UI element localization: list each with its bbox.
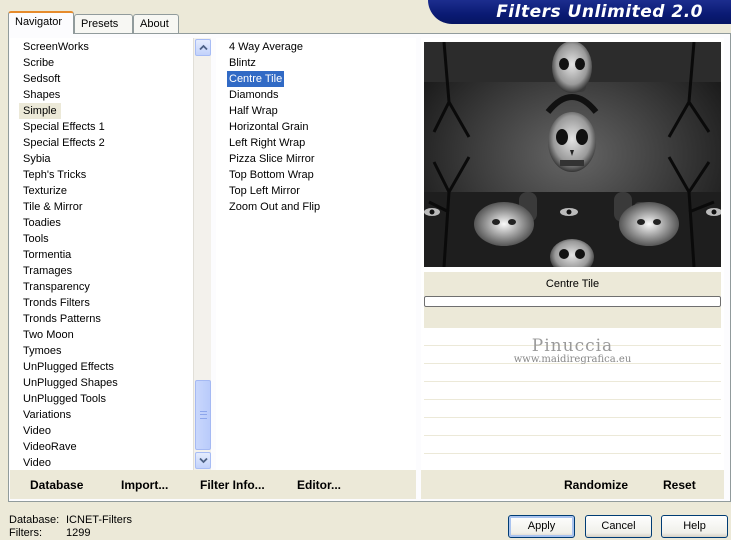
apply-button[interactable]: Apply	[508, 515, 575, 538]
status-database-label: Database:	[9, 514, 60, 526]
category-item[interactable]: Tramages	[21, 263, 74, 279]
category-item[interactable]: Tools	[21, 231, 51, 247]
filter-item[interactable]: Top Bottom Wrap	[227, 167, 316, 183]
tab-about[interactable]: About	[133, 14, 179, 34]
filter-item[interactable]: Horizontal Grain	[227, 119, 310, 135]
cancel-button[interactable]: Cancel	[585, 515, 652, 538]
filter-item[interactable]: Left Right Wrap	[227, 135, 307, 151]
reset-button[interactable]: Reset	[663, 478, 696, 492]
category-item[interactable]: Tronds Filters	[21, 295, 92, 311]
category-item[interactable]: Sybia	[21, 151, 53, 167]
parameter-row	[424, 436, 721, 454]
watermark-name: Pinuccia	[531, 336, 614, 356]
category-item[interactable]: Sedsoft	[21, 71, 62, 87]
category-item[interactable]: UnPlugged Shapes	[21, 375, 120, 391]
category-item[interactable]: ScreenWorks	[21, 39, 91, 55]
filter-item[interactable]: Blintz	[227, 55, 258, 71]
scroll-thumb[interactable]	[195, 380, 211, 450]
tab-presets[interactable]: Presets	[74, 14, 133, 34]
selected-filter-name: Centre Tile	[424, 272, 721, 296]
category-item[interactable]: Scribe	[21, 55, 56, 71]
database-button[interactable]: Database	[30, 478, 83, 492]
category-item[interactable]: Shapes	[21, 87, 62, 103]
parameter-row	[424, 418, 721, 436]
chevron-down-icon	[199, 457, 208, 464]
app-banner: Filters Unlimited 2.0	[428, 0, 731, 24]
category-item[interactable]: Special Effects 1	[21, 119, 107, 135]
status-filters-label: Filters:	[9, 527, 42, 539]
app-title: Filters Unlimited 2.0	[496, 2, 703, 22]
filter-item[interactable]: Centre Tile	[227, 71, 285, 87]
right-action-bar: Randomize Reset	[421, 470, 724, 499]
randomize-button[interactable]: Randomize	[564, 478, 628, 492]
category-item[interactable]: UnPlugged Tools	[21, 391, 108, 407]
status-filters-value: 1299	[66, 527, 91, 539]
category-item[interactable]: Video	[21, 423, 53, 439]
parameter-header	[424, 307, 721, 328]
preview-image[interactable]	[424, 42, 721, 267]
category-item[interactable]: UnPlugged Effects	[21, 359, 116, 375]
category-list[interactable]: ScreenWorks Scribe Sedsoft Shapes Simple Spec…	[10, 38, 193, 470]
scroll-up-button[interactable]	[195, 39, 211, 56]
import-button[interactable]: Import...	[121, 478, 168, 492]
left-action-bar: Database Import... Filter Info... Editor…	[10, 470, 416, 499]
filter-item[interactable]: Diamonds	[227, 87, 281, 103]
category-item[interactable]: Transparency	[21, 279, 92, 295]
parameter-row	[424, 382, 721, 400]
filter-item[interactable]: Half Wrap	[227, 103, 280, 119]
editor-button[interactable]: Editor...	[297, 478, 341, 492]
category-item[interactable]: Simple	[19, 103, 61, 119]
chevron-up-icon	[199, 44, 208, 51]
preview-image-graphic	[424, 42, 721, 267]
scroll-down-button[interactable]	[195, 452, 211, 469]
help-button[interactable]: Help	[661, 515, 728, 538]
category-item[interactable]: Texturize	[21, 183, 69, 199]
category-item[interactable]: Variations	[21, 407, 73, 423]
category-item[interactable]: Tormentia	[21, 247, 73, 263]
category-item[interactable]: Tymoes	[21, 343, 64, 359]
status-filters: Filters: 1299	[9, 527, 90, 539]
category-item[interactable]: Tronds Patterns	[21, 311, 103, 327]
filter-item[interactable]: Zoom Out and Flip	[227, 199, 322, 215]
status-database: Database: ICNET-Filters	[9, 514, 132, 526]
parameter-row	[424, 400, 721, 418]
filter-info-button[interactable]: Filter Info...	[200, 478, 265, 492]
grip-icon	[200, 411, 207, 419]
category-item[interactable]: Two Moon	[21, 327, 76, 343]
category-scrollbar[interactable]	[193, 38, 211, 470]
filter-item[interactable]: Pizza Slice Mirror	[227, 151, 317, 167]
category-item[interactable]: Tile & Mirror	[21, 199, 84, 215]
filter-list[interactable]: 4 Way Average Blintz Centre Tile Diamonds Ha…	[216, 38, 416, 470]
filter-item[interactable]: 4 Way Average	[227, 39, 305, 55]
parameter-row	[424, 364, 721, 382]
watermark: Pinuccia www.maidiregrafica.eu	[424, 336, 721, 365]
category-item[interactable]: Toadies	[21, 215, 63, 231]
category-item[interactable]: VideoRave	[21, 439, 79, 455]
category-item[interactable]: Teph's Tricks	[21, 167, 88, 183]
status-database-value: ICNET-Filters	[66, 514, 132, 526]
progress-bar	[424, 296, 721, 307]
watermark-url: www.maidiregrafica.eu	[513, 354, 632, 365]
category-item[interactable]: Video	[21, 455, 53, 470]
filter-item[interactable]: Top Left Mirror	[227, 183, 302, 199]
tab-navigator[interactable]: Navigator	[8, 11, 74, 34]
category-item[interactable]: Special Effects 2	[21, 135, 107, 151]
